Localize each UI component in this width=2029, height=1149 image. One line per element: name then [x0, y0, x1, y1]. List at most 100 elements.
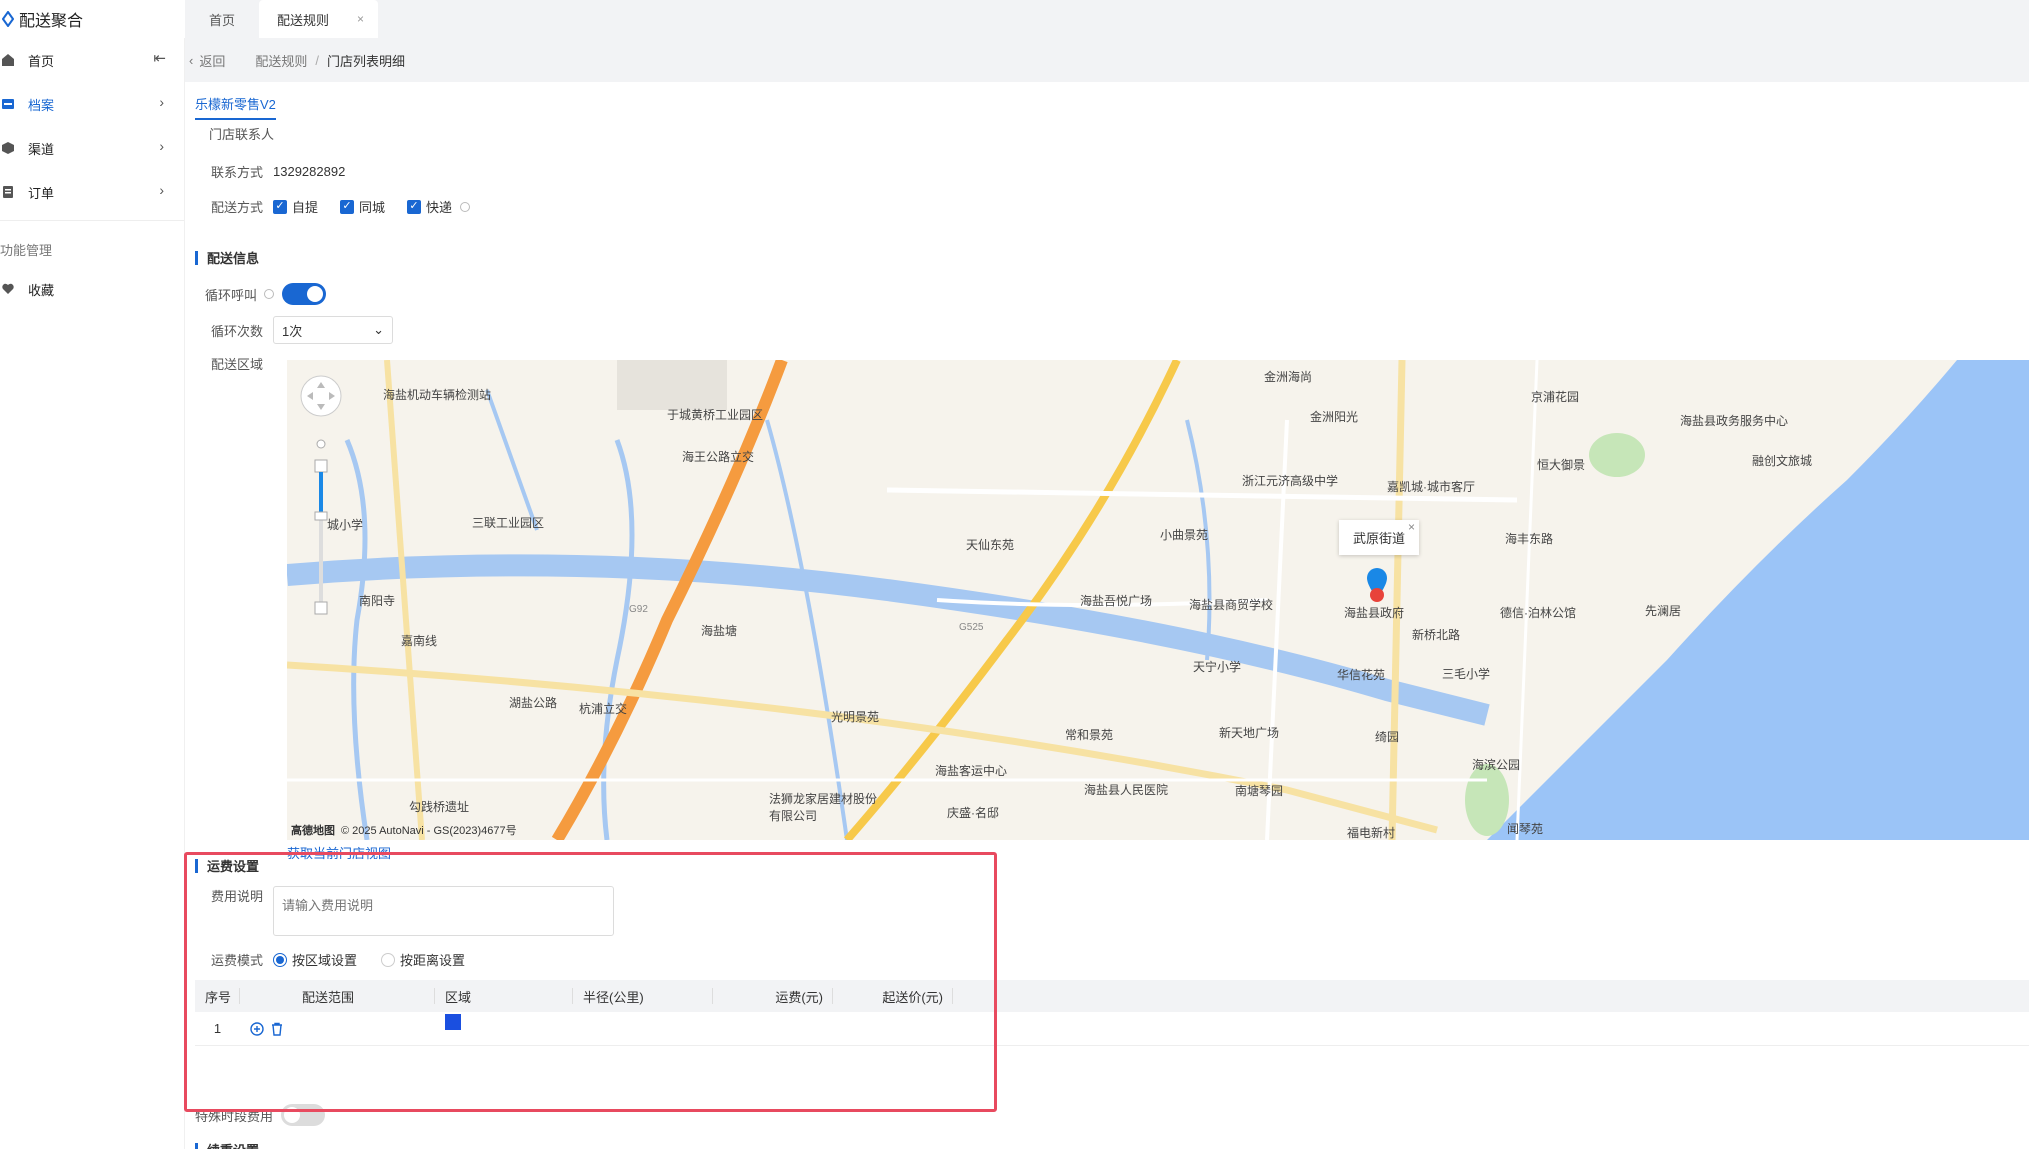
sidebar-group-label: 功能管理: [0, 242, 53, 258]
checkbox-same-city[interactable]: ✓ 同城: [340, 197, 385, 216]
tab-home[interactable]: 首页: [185, 0, 259, 38]
checkbox-pickup[interactable]: ✓ 自提: [273, 197, 318, 216]
map-poi[interactable]: 华信花苑: [1337, 666, 1385, 683]
phone-label: 联系方式: [210, 165, 263, 180]
sidebar-item-archive[interactable]: 档案 ›: [0, 82, 184, 126]
map-poi[interactable]: 海王公路立交: [682, 448, 754, 465]
map-poi[interactable]: 天仙东苑: [966, 536, 1014, 553]
area-row: 配送区域: [185, 354, 273, 373]
map-road-badge: G92: [629, 604, 648, 615]
map-poi[interactable]: 先澜居: [1645, 602, 1681, 619]
check-icon: ✓: [407, 199, 422, 214]
section-title-delivery-info: 配送信息: [195, 248, 259, 267]
sidebar-item-favorites[interactable]: 收藏: [0, 267, 184, 311]
map-poi[interactable]: 京浦花园: [1531, 388, 1579, 405]
map-poi[interactable]: 光明景苑: [831, 708, 879, 725]
map-popup: 武原街道 ×: [1339, 520, 1420, 555]
map-poi[interactable]: 法狮龙家居建材股份有限公司: [769, 790, 887, 824]
loop-call-row: 循环呼叫: [185, 283, 326, 305]
check-icon: ✓: [340, 199, 355, 214]
map-poi[interactable]: 三联工业园区: [472, 514, 544, 531]
delivery-method-row: 配送方式 ✓ 自提 ✓ 同城 ✓ 快递: [185, 197, 492, 216]
map-poi[interactable]: 海盐客运中心: [935, 762, 1007, 779]
map-poi[interactable]: 天宁小学: [1193, 658, 1241, 675]
map-poi[interactable]: 嘉凯城·城市客厅: [1387, 478, 1475, 495]
close-icon[interactable]: ×: [357, 12, 364, 26]
sidebar-item-label: 档案: [28, 97, 55, 113]
map-poi[interactable]: 新天地广场: [1219, 724, 1279, 741]
map-poi[interactable]: 海滨公园: [1472, 756, 1520, 773]
loop-count-select[interactable]: 1次 ⌄: [273, 316, 393, 344]
map-poi[interactable]: 常和景苑: [1065, 726, 1113, 743]
collapse-left-icon[interactable]: ⇤: [153, 49, 166, 67]
map-poi[interactable]: 城小学: [327, 516, 363, 533]
tab-store[interactable]: 乐檬新零售V2: [195, 94, 276, 120]
zoom-slider-icon: [300, 375, 342, 615]
sidebar-item-order[interactable]: 订单 ›: [0, 170, 184, 214]
info-icon[interactable]: [264, 289, 274, 299]
map-poi[interactable]: 福电新村: [1347, 824, 1395, 840]
map-poi[interactable]: 恒大御景: [1537, 456, 1585, 473]
map-poi[interactable]: 于城黄桥工业园区: [667, 406, 763, 423]
map-poi[interactable]: 庆盛·名邸: [947, 804, 999, 821]
map-poi[interactable]: 海盐县商贸学校: [1189, 596, 1273, 613]
map-pin-icon[interactable]: [1365, 568, 1389, 602]
map-poi[interactable]: 闻琴苑: [1507, 820, 1543, 837]
map-poi: 海丰东路: [1505, 532, 1554, 546]
sidebar-item-label: 首页: [28, 53, 55, 69]
map-poi[interactable]: 金洲海尚: [1264, 368, 1312, 385]
breadcrumb-current: 门店列表明细: [327, 53, 406, 69]
highlight-box: [184, 852, 997, 1112]
map-poi[interactable]: 海盐县人民医院: [1084, 781, 1168, 798]
select-value: 1次: [282, 323, 303, 339]
tab-label: 配送规则: [277, 12, 330, 28]
sidebar-item-label: 收藏: [28, 282, 55, 298]
map-poi[interactable]: 浙江元济高级中学: [1242, 472, 1338, 489]
sidebar-item-channel[interactable]: 渠道 ›: [0, 126, 184, 170]
chevron-right-icon: ›: [159, 94, 164, 110]
breadcrumb-parent[interactable]: 配送规则: [255, 51, 307, 70]
chevron-down-icon: ⌄: [373, 322, 384, 337]
map-poi[interactable]: 海盐机动车辆检测站: [383, 386, 491, 403]
section-title-next: 续重设置: [195, 1140, 259, 1149]
logo-icon: [2, 11, 14, 27]
tab-bar: 首页 配送规则 ×: [185, 0, 2029, 38]
sidebar-item-home[interactable]: 首页 ⇤: [0, 38, 184, 82]
map-poi[interactable]: 南阳寺: [359, 592, 395, 609]
contact-row: 门店联系人: [209, 124, 274, 143]
map-poi[interactable]: 海盐县政务服务中心: [1680, 412, 1788, 429]
delivery-map[interactable]: 海盐机动车辆检测站 于城黄桥工业园区 海王公路立交 三联工业园区 天仙东苑 小曲…: [287, 360, 2029, 840]
checkbox-express[interactable]: ✓ 快递: [407, 197, 471, 216]
map-poi: 海盐塘: [701, 624, 738, 638]
sidebar-item-label: 订单: [28, 185, 55, 201]
back-link[interactable]: 返回: [199, 51, 225, 70]
map-poi: 湖盐公路: [509, 696, 558, 710]
checkbox-label: 自提: [292, 200, 319, 215]
sidebar-divider: [0, 220, 184, 221]
map-poi: 嘉南线: [401, 634, 438, 648]
map-popup-text: 武原街道: [1353, 531, 1406, 546]
loop-call-switch[interactable]: [282, 283, 326, 305]
chevron-left-icon[interactable]: ‹: [189, 53, 193, 68]
map-poi[interactable]: 海盐吾悦广场: [1080, 592, 1152, 609]
map-poi[interactable]: 金洲阳光: [1310, 408, 1358, 425]
map-poi[interactable]: 勾践桥遗址: [409, 798, 469, 815]
chevron-right-icon: ›: [159, 138, 164, 154]
map-poi[interactable]: 融创文旅城: [1752, 452, 1812, 469]
map-poi[interactable]: 南塘琴园: [1235, 782, 1283, 799]
map-poi[interactable]: 绮园: [1375, 728, 1399, 745]
loop-count-label: 循环次数: [210, 323, 263, 339]
breadcrumb-separator: /: [315, 52, 319, 68]
map-poi[interactable]: 小曲景苑: [1160, 526, 1208, 543]
map-poi[interactable]: 德信·泊林公馆: [1500, 604, 1576, 621]
heart-icon: [0, 281, 16, 297]
info-icon[interactable]: [460, 201, 471, 212]
map-poi[interactable]: 三毛小学: [1442, 665, 1490, 682]
map-logo: 高德地图: [291, 825, 335, 837]
map-poi[interactable]: 海盐县政府: [1344, 604, 1404, 621]
check-icon: ✓: [273, 199, 287, 214]
close-icon[interactable]: ×: [1408, 520, 1415, 534]
breadcrumb: ‹ 返回 配送规则 / 门店列表明细: [185, 38, 2029, 82]
sidebar-item-label: 渠道: [28, 141, 55, 157]
tab-delivery-rules[interactable]: 配送规则 ×: [259, 0, 379, 38]
